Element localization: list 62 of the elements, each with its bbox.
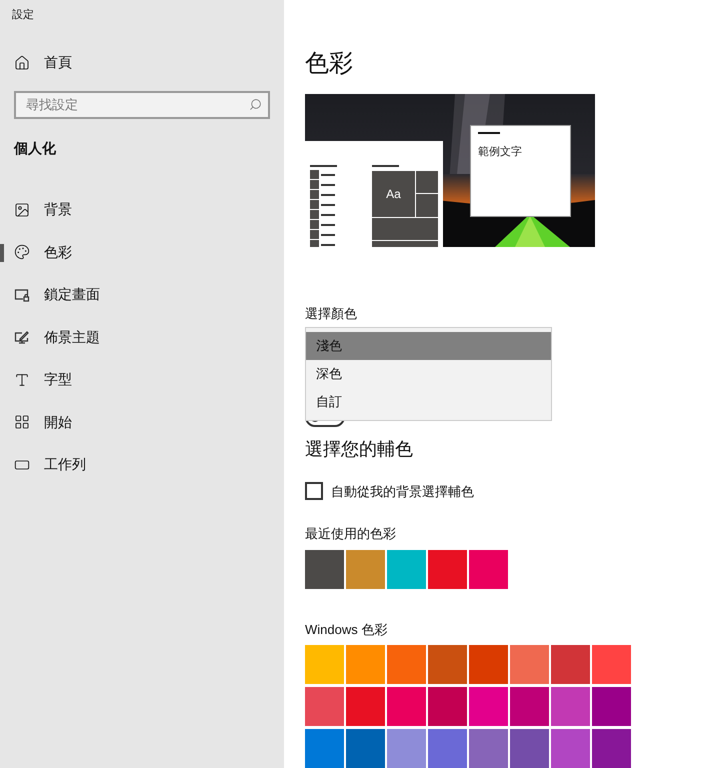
color-swatch[interactable] (592, 687, 631, 726)
color-swatch[interactable] (387, 687, 426, 726)
home-item[interactable]: 首頁 (0, 50, 284, 74)
dropdown-option[interactable]: 深色 (306, 360, 551, 388)
color-swatch[interactable] (469, 729, 508, 768)
color-swatch[interactable] (346, 729, 385, 768)
dropdown-option[interactable]: 淺色 (306, 332, 551, 360)
checkbox[interactable] (305, 482, 323, 500)
section-heading: 個人化 (12, 138, 57, 158)
font-icon (14, 372, 30, 388)
color-swatch[interactable] (346, 687, 385, 726)
color-swatch[interactable] (387, 729, 426, 768)
color-swatch[interactable] (305, 550, 344, 588)
color-swatch[interactable] (551, 687, 590, 726)
color-swatch[interactable] (551, 645, 590, 684)
color-swatch[interactable] (510, 729, 549, 768)
color-swatch[interactable] (469, 645, 508, 684)
preview-tile (416, 171, 438, 193)
field-label: 選擇顏色 (305, 305, 358, 323)
nav-item[interactable]: 色彩 (0, 231, 284, 274)
tiles-icon (14, 414, 30, 430)
search-field[interactable]: 尋找設定 (14, 90, 270, 118)
color-swatch[interactable] (592, 729, 631, 768)
window-title: 設定 (11, 8, 35, 23)
page-title: 色彩 (305, 49, 354, 79)
sample-text: 範例文字 (478, 144, 523, 160)
nav-item[interactable]: 佈景主題 (0, 316, 284, 358)
color-swatch[interactable] (346, 645, 385, 684)
color-swatch[interactable] (469, 550, 508, 588)
nav-item[interactable]: 開始 (0, 401, 284, 444)
color-swatch[interactable] (428, 687, 467, 726)
color-swatch[interactable] (387, 550, 426, 588)
picture-icon (14, 202, 30, 218)
color-swatch[interactable] (428, 729, 467, 768)
color-swatch[interactable] (346, 550, 385, 588)
home-icon (14, 54, 30, 70)
color-swatch[interactable] (469, 687, 508, 726)
color-swatch[interactable] (428, 645, 467, 684)
checkbox-label: 自動從我的背景選擇輔色 (331, 482, 474, 500)
color-swatch[interactable] (510, 645, 549, 684)
preview-tile (416, 194, 438, 217)
field-label: 最近使用的色彩 (305, 525, 397, 543)
nav-item[interactable]: 鎖定畫面 (0, 274, 284, 316)
monitor-brush-icon (14, 329, 30, 346)
color-swatch[interactable] (510, 687, 549, 726)
color-swatch[interactable] (428, 550, 467, 588)
color-swatch[interactable] (592, 645, 631, 684)
palette-icon (14, 244, 30, 260)
color-swatch[interactable] (305, 687, 344, 726)
nav-item[interactable]: 背景 (0, 188, 284, 231)
color-swatch[interactable] (305, 645, 344, 684)
field-label: Windows 色彩 (305, 620, 388, 638)
color-swatch[interactable] (387, 645, 426, 684)
preview-tile: Aa (372, 171, 415, 217)
lock-screen-icon (14, 286, 30, 303)
dropdown-option[interactable]: 自訂 (306, 388, 551, 416)
section-heading: 選擇您的輔色 (305, 438, 414, 460)
color-swatch[interactable] (551, 729, 590, 768)
nav-item[interactable]: 工作列 (0, 444, 284, 486)
color-swatch[interactable] (305, 729, 344, 768)
nav-item[interactable]: 字型 (0, 358, 284, 401)
search-icon (249, 98, 262, 110)
